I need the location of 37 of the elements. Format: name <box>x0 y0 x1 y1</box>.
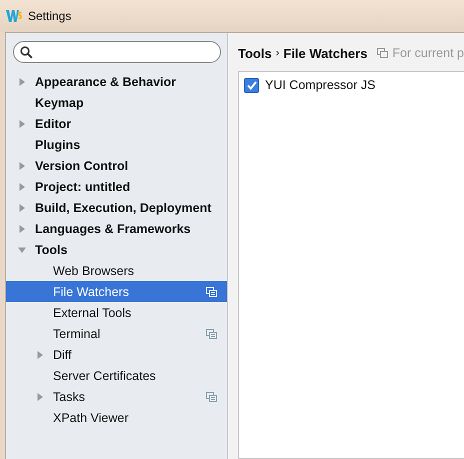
search-icon <box>20 46 33 58</box>
tree-item[interactable]: Languages & Frameworks <box>6 218 227 239</box>
collapsed-arrow-icon[interactable] <box>18 224 26 232</box>
breadcrumb-current: File Watchers <box>283 46 368 60</box>
collapsed-arrow-icon[interactable] <box>18 162 26 170</box>
collapsed-arrow-icon[interactable] <box>18 120 26 128</box>
tree-item[interactable]: Project: untitled <box>6 176 227 197</box>
tree-item[interactable]: Plugins <box>6 134 227 155</box>
tree-item[interactable]: External Tools <box>6 302 227 323</box>
expanded-arrow-icon[interactable] <box>18 246 26 254</box>
tree-item[interactable]: Server Certificates <box>6 365 227 386</box>
tree-item[interactable]: Web Browsers <box>6 260 227 281</box>
collapsed-arrow-icon[interactable] <box>18 182 26 190</box>
watcher-label: YUI Compressor JS <box>265 78 376 92</box>
checkbox[interactable] <box>244 78 259 92</box>
app-logo-icon <box>6 9 22 23</box>
scope-label: For current p <box>392 46 464 60</box>
collapsed-arrow-icon[interactable] <box>18 78 26 86</box>
tree-item[interactable]: XPath Viewer <box>6 407 227 428</box>
breadcrumb-separator: › <box>276 47 280 59</box>
breadcrumb-parent: Tools <box>238 46 272 60</box>
tree-item[interactable]: Appearance & Behavior <box>6 71 227 92</box>
tree-item[interactable]: Tools <box>6 239 227 260</box>
tree-item[interactable]: Version Control <box>6 155 227 176</box>
tree-item[interactable]: Build, Execution, Deployment <box>6 197 227 218</box>
tree-item[interactable]: File Watchers <box>6 281 227 302</box>
search-field[interactable] <box>13 41 221 63</box>
tree-item[interactable]: Tasks <box>6 386 227 407</box>
copy-icon <box>377 48 388 58</box>
collapsed-arrow-icon[interactable] <box>36 350 44 358</box>
window-title: Settings <box>28 9 72 23</box>
tree-item[interactable]: Diff <box>6 344 227 365</box>
collapsed-arrow-icon[interactable] <box>18 204 26 212</box>
tree-item[interactable]: Keymap <box>6 92 227 113</box>
collapsed-arrow-icon[interactable] <box>36 392 44 400</box>
tree-item[interactable]: Editor <box>6 113 227 134</box>
tree-item[interactable]: Terminal <box>6 323 227 344</box>
